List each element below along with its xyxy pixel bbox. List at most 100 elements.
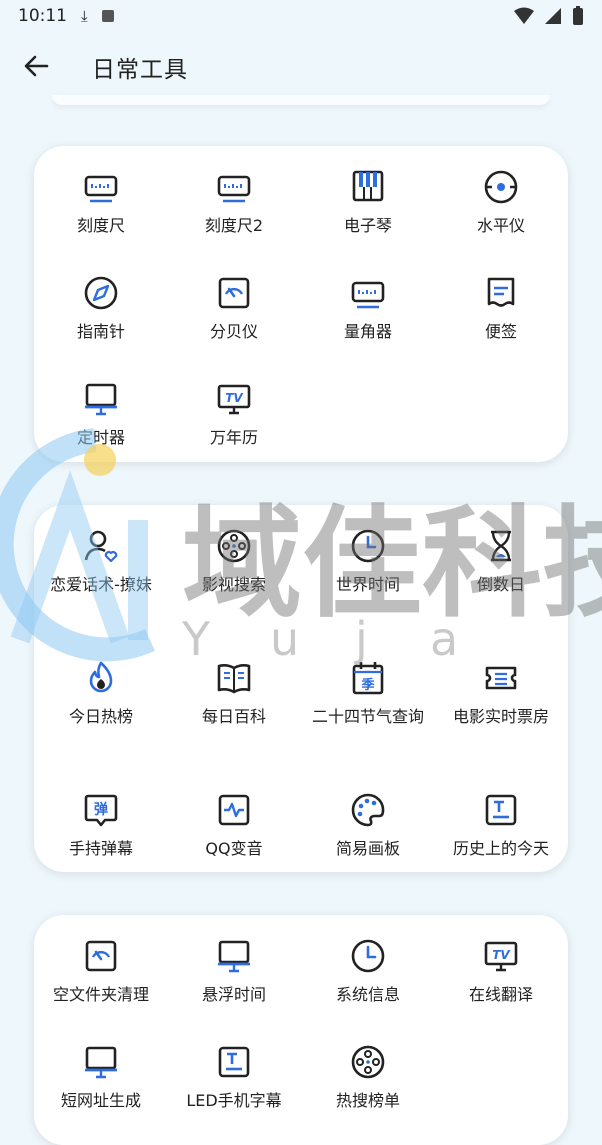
clock-icon <box>351 529 385 563</box>
tool-item-label: 分贝仪 <box>209 322 258 341</box>
flame-icon <box>89 661 113 693</box>
tool-item-label: 便签 <box>484 322 517 341</box>
compass-icon <box>84 276 118 310</box>
tool-item[interactable]: TV 万年历 <box>167 380 301 450</box>
text-box-icon <box>485 794 517 826</box>
monitor-icon <box>218 940 250 973</box>
previous-card-edge <box>52 95 550 105</box>
back-arrow-icon[interactable] <box>20 50 52 82</box>
status-bar: 10:11 ⤓ <box>0 0 602 32</box>
tool-item-label: 电子琴 <box>343 216 392 235</box>
tv-icon: TV <box>217 384 251 415</box>
danmu-icon: 弹 <box>84 794 118 827</box>
tool-item[interactable]: 电影实时票房 <box>434 659 568 729</box>
tool-item[interactable]: 季二十四节气查询 <box>301 659 435 729</box>
tool-item[interactable]: 刻度尺 <box>34 168 168 238</box>
tool-item[interactable]: TV 在线翻译 <box>434 937 568 1007</box>
tool-item[interactable]: 简易画板 <box>301 791 435 861</box>
palette-icon <box>351 793 385 827</box>
level-icon <box>484 170 518 204</box>
tool-item[interactable]: LED手机字幕 <box>167 1043 301 1113</box>
season-calendar-icon: 季 <box>352 662 384 695</box>
tool-item[interactable]: 便签 <box>434 274 568 344</box>
tool-item-label: 每日百科 <box>201 707 266 726</box>
text-box-icon <box>218 1046 250 1078</box>
download-icon: ⤓ <box>81 6 88 25</box>
signal-icon <box>545 8 561 24</box>
tool-item[interactable]: 弹手持弹幕 <box>34 791 168 861</box>
tool-item[interactable]: 电子琴 <box>301 168 435 238</box>
hourglass-icon <box>491 530 511 562</box>
gauge-icon <box>218 277 250 309</box>
tool-item-label: 万年历 <box>209 428 258 447</box>
waveform-icon <box>218 794 250 826</box>
monitor-icon <box>85 1046 117 1079</box>
piano-icon <box>352 170 384 202</box>
user-heart-icon <box>84 530 118 563</box>
tools-card-basic: 刻度尺 刻度尺2 电子琴 水平仪指南针 分贝仪 量角器 便签定时器 TV 万年历 <box>34 146 568 462</box>
tool-item-label: LED手机字幕 <box>186 1091 282 1110</box>
book-icon <box>217 664 251 694</box>
tool-item-label: 历史上的今天 <box>452 839 549 858</box>
tool-item[interactable]: 指南针 <box>34 274 168 344</box>
tool-item[interactable]: 影视搜索 <box>167 527 301 597</box>
tool-item-label: 量角器 <box>343 322 392 341</box>
tool-item-label: 手持弹幕 <box>68 839 133 858</box>
tool-item[interactable]: 短网址生成 <box>34 1043 168 1113</box>
tool-item-label: 悬浮时间 <box>201 985 266 1004</box>
tool-item[interactable]: 热搜榜单 <box>301 1043 435 1113</box>
svg-text:TV: TV <box>225 391 244 405</box>
tool-item[interactable]: 刻度尺2 <box>167 168 301 238</box>
tool-item[interactable]: 今日热榜 <box>34 659 168 729</box>
tool-item[interactable]: 恋爱话术-撩妹 <box>34 527 168 597</box>
tools-card-system: 空文件夹清理 悬浮时间 系统信息 TV 在线翻译短网址生成 LED手机字幕 热搜榜单 <box>34 915 568 1145</box>
tool-item[interactable]: 悬浮时间 <box>167 937 301 1007</box>
status-time: 10:11 <box>18 6 67 26</box>
tool-item[interactable]: 世界时间 <box>301 527 435 597</box>
tool-item-label: 指南针 <box>76 322 125 341</box>
page-title: 日常工具 <box>92 57 188 83</box>
monitor-icon <box>85 383 117 416</box>
svg-text:季: 季 <box>360 677 374 693</box>
clock-icon <box>351 939 385 973</box>
tool-item[interactable]: 倒数日 <box>434 527 568 597</box>
film-reel-icon <box>351 1045 385 1079</box>
ruler-icon <box>84 175 118 203</box>
ruler-icon <box>351 281 385 309</box>
tool-item-label: 电影实时票房 <box>452 707 549 726</box>
tool-item-label: 世界时间 <box>335 575 400 594</box>
tool-item-label: 水平仪 <box>476 216 525 235</box>
tool-item[interactable]: 系统信息 <box>301 937 435 1007</box>
tool-item-label: QQ变音 <box>205 839 263 858</box>
tool-item-label: 空文件夹清理 <box>52 985 149 1004</box>
tool-item-label: 定时器 <box>76 428 125 447</box>
tool-item-label: 今日热榜 <box>68 707 133 726</box>
tool-item-label: 影视搜索 <box>201 575 266 594</box>
gauge-icon <box>85 940 117 972</box>
film-reel-icon <box>217 529 251 563</box>
tool-item[interactable]: 每日百科 <box>167 659 301 729</box>
svg-text:弹: 弹 <box>94 801 108 818</box>
tv-icon: TV <box>484 941 518 972</box>
battery-icon <box>573 6 583 25</box>
tool-item-label: 系统信息 <box>335 985 400 1004</box>
tool-item[interactable]: 定时器 <box>34 380 168 450</box>
notification-a-icon <box>101 10 114 22</box>
tool-item-label: 热搜榜单 <box>335 1091 400 1110</box>
app-bar: 日常工具 <box>0 32 602 102</box>
tool-item-label: 刻度尺2 <box>204 216 264 235</box>
tool-item[interactable]: 水平仪 <box>434 168 568 238</box>
tool-item-label: 刻度尺 <box>76 216 125 235</box>
tool-item-label: 短网址生成 <box>60 1091 141 1110</box>
ruler-icon <box>217 175 251 203</box>
wifi-icon <box>514 7 534 24</box>
tool-item-label: 恋爱话术-撩妹 <box>50 575 152 594</box>
tool-item[interactable]: 历史上的今天 <box>434 791 568 861</box>
tool-item[interactable]: 量角器 <box>301 274 435 344</box>
tool-item-label: 在线翻译 <box>468 985 533 1004</box>
tools-card-fun: 恋爱话术-撩妹 影视搜索 世界时间 倒数日 今日热榜 每日百科季二十四节气查询 电影实时票房… <box>34 505 568 872</box>
tool-item-label: 二十四节气查询 <box>311 707 424 726</box>
tool-item[interactable]: 空文件夹清理 <box>34 937 168 1007</box>
tool-item[interactable]: QQ变音 <box>167 791 301 861</box>
tool-item[interactable]: 分贝仪 <box>167 274 301 344</box>
